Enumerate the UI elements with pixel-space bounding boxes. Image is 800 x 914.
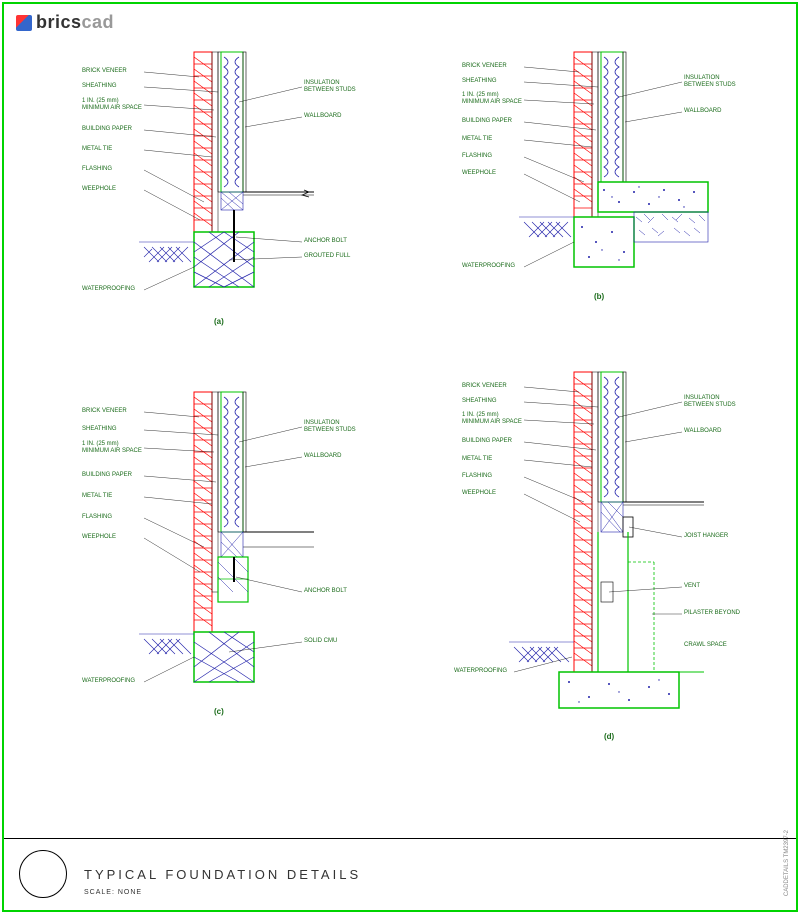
label: SHEATHING [82, 426, 117, 433]
label: BRICK VENEER [462, 383, 507, 390]
figure-label: (c) [214, 707, 224, 716]
label: FLASHING [82, 514, 112, 521]
label: WALLBOARD [304, 113, 341, 120]
label: INSULATION BETWEEN STUDS [304, 420, 356, 434]
drawing-content: BRICK VENEER SHEATHING 1 IN. (25 mm) MIN… [24, 42, 776, 830]
label: BUILDING PAPER [82, 472, 132, 479]
label: WATERPROOFING [82, 678, 135, 685]
label: METAL TIE [82, 493, 112, 500]
label: WALLBOARD [684, 108, 721, 115]
label: ANCHOR BOLT [304, 588, 347, 595]
label: METAL TIE [462, 456, 492, 463]
foundation-detail-a: BRICK VENEER SHEATHING 1 IN. (25 mm) MIN… [44, 42, 384, 342]
side-reference: CADDETAILS TM2397-2 [784, 830, 790, 896]
label: BRICK VENEER [82, 408, 127, 415]
label: INSULATION BETWEEN STUDS [684, 75, 736, 89]
figure-label: (a) [214, 317, 224, 326]
label: SHEATHING [82, 83, 117, 90]
label: VENT [684, 583, 700, 590]
label: WEEPHOLE [462, 490, 496, 497]
label: WALLBOARD [684, 428, 721, 435]
label: CRAWL SPACE [684, 642, 727, 649]
label: WATERPROOFING [462, 263, 515, 270]
logo-icon [16, 15, 32, 31]
label: WATERPROOFING [82, 286, 135, 293]
label: BUILDING PAPER [462, 438, 512, 445]
label: BRICK VENEER [462, 63, 507, 70]
label: BUILDING PAPER [82, 126, 132, 133]
title-block: TYPICAL FOUNDATION DETAILS SCALE: NONE [4, 838, 796, 910]
label: FLASHING [462, 153, 492, 160]
label: ANCHOR BOLT [304, 238, 347, 245]
label: PILASTER BEYOND [684, 610, 740, 617]
figure-label: (b) [594, 292, 604, 301]
label: JOIST HANGER [684, 533, 728, 540]
label: WEEPHOLE [462, 170, 496, 177]
foundation-detail-d: BRICK VENEER SHEATHING 1 IN. (25 mm) MIN… [424, 362, 764, 762]
label: BRICK VENEER [82, 68, 127, 75]
foundation-detail-c: BRICK VENEER SHEATHING 1 IN. (25 mm) MIN… [44, 382, 384, 742]
label: SHEATHING [462, 78, 497, 85]
label: FLASHING [82, 166, 112, 173]
drawing-scale: SCALE: NONE [84, 889, 142, 896]
label: WATERPROOFING [454, 668, 507, 675]
detail-marker-circle [19, 850, 67, 898]
label: SHEATHING [462, 398, 497, 405]
label: 1 IN. (25 mm) MINIMUM AIR SPACE [462, 412, 522, 426]
label: WEEPHOLE [82, 186, 116, 193]
label: 1 IN. (25 mm) MINIMUM AIR SPACE [462, 92, 522, 106]
label: METAL TIE [82, 146, 112, 153]
drawing-frame: bricscad [2, 2, 798, 912]
label: METAL TIE [462, 136, 492, 143]
foundation-detail-b: BRICK VENEER SHEATHING 1 IN. (25 mm) MIN… [424, 42, 764, 342]
label: BUILDING PAPER [462, 118, 512, 125]
label: 1 IN. (25 mm) MINIMUM AIR SPACE [82, 441, 142, 455]
label: WEEPHOLE [82, 534, 116, 541]
label: INSULATION BETWEEN STUDS [684, 395, 736, 409]
drawing-title: TYPICAL FOUNDATION DETAILS [84, 867, 361, 882]
logo-text: bricscad [36, 12, 114, 33]
label: WALLBOARD [304, 453, 341, 460]
app-logo: bricscad [16, 12, 114, 33]
label: INSULATION BETWEEN STUDS [304, 80, 356, 94]
label: GROUTED FULL [304, 253, 350, 260]
label: 1 IN. (25 mm) MINIMUM AIR SPACE [82, 98, 142, 112]
label: SOLID CMU [304, 638, 337, 645]
detail-c-drawing [44, 382, 384, 742]
figure-label: (d) [604, 732, 614, 741]
label: FLASHING [462, 473, 492, 480]
